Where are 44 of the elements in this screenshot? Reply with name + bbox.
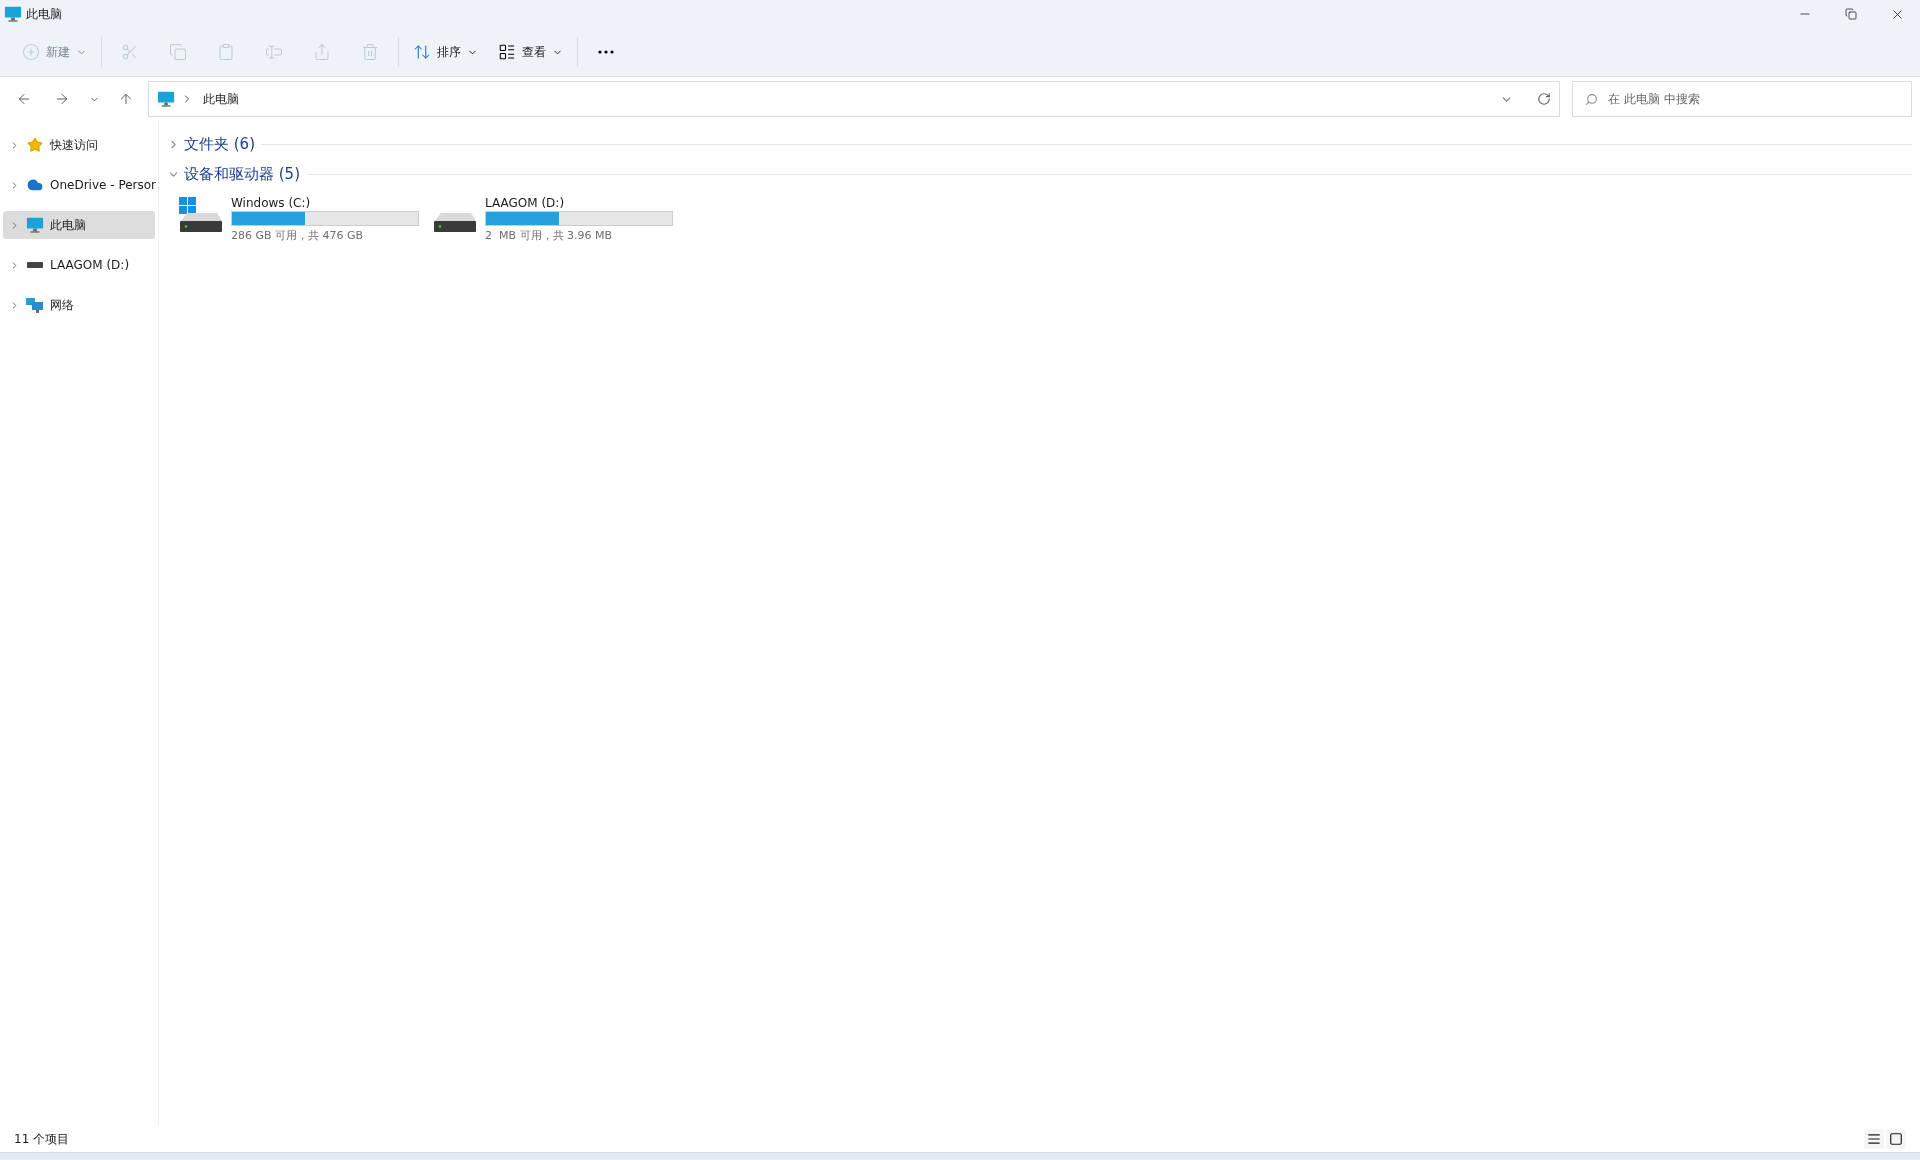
sidebar-label: LAAGOM (D:): [50, 257, 130, 274]
sidebar-label: 网络: [50, 297, 74, 314]
monitor-icon: [157, 90, 175, 108]
app-icon: [4, 5, 22, 23]
item-count: 11 个项目: [14, 1131, 70, 1148]
window-title: 此电脑: [26, 6, 62, 23]
list-icon: [1867, 1132, 1881, 1146]
drive-tile[interactable]: LAAGOM (D:) 2 MB 可用，共 3.96 MB: [433, 195, 669, 246]
star-icon: [27, 137, 43, 153]
windows-drive-icon: [179, 197, 223, 233]
section-header[interactable]: 设备和驱动器 (5): [167, 162, 300, 186]
sidebar-label: 此电脑: [50, 217, 86, 234]
sidebar-item[interactable]: OneDrive - Persor: [3, 171, 155, 199]
drive-name: LAAGOM (D:): [485, 195, 566, 211]
cloud-icon: [27, 177, 43, 193]
details-view-button[interactable]: [1864, 1129, 1884, 1149]
view-button[interactable]: 查看: [488, 35, 573, 69]
drive-icon: [27, 262, 43, 268]
sidebar-label: OneDrive - Persor: [50, 177, 157, 194]
drive-icon: [433, 213, 477, 233]
sort-button[interactable]: 排序: [403, 35, 488, 69]
address-bar[interactable]: 此电脑: [148, 81, 1560, 117]
sidebar-label: 快速访问: [50, 137, 98, 154]
monitor-icon: [26, 216, 44, 234]
network-icon: [26, 296, 44, 314]
sidebar-item[interactable]: 快速访问: [3, 131, 155, 159]
address-path: 此电脑: [203, 91, 239, 108]
sidebar-item[interactable]: 网络: [3, 291, 155, 319]
drive-space: 286 GB 可用，共 476 GB: [231, 228, 365, 244]
sidebar-item[interactable]: 此电脑: [3, 211, 155, 239]
drive-tile[interactable]: Windows (C:) 286 GB 可用，共 476 GB: [179, 195, 415, 246]
tiles-view-button[interactable]: [1886, 1129, 1906, 1149]
drive-space: 2 MB 可用，共 3.96 MB: [485, 228, 614, 244]
search-icon: [1585, 92, 1598, 106]
search-field[interactable]: 在 此电脑 中搜索: [1572, 81, 1912, 117]
refresh-icon: [1537, 92, 1551, 106]
square-icon: [1889, 1132, 1903, 1146]
up-arrow-icon: [118, 91, 134, 107]
forward-arrow-icon: [54, 91, 70, 107]
section-header[interactable]: 文件夹 (6): [167, 132, 255, 156]
drive-name: Windows (C:): [231, 195, 312, 211]
search-input[interactable]: 在 此电脑 中搜索: [1608, 90, 1899, 108]
restore-icon: [1845, 8, 1857, 20]
sidebar-item[interactable]: LAAGOM (D:): [3, 251, 155, 279]
